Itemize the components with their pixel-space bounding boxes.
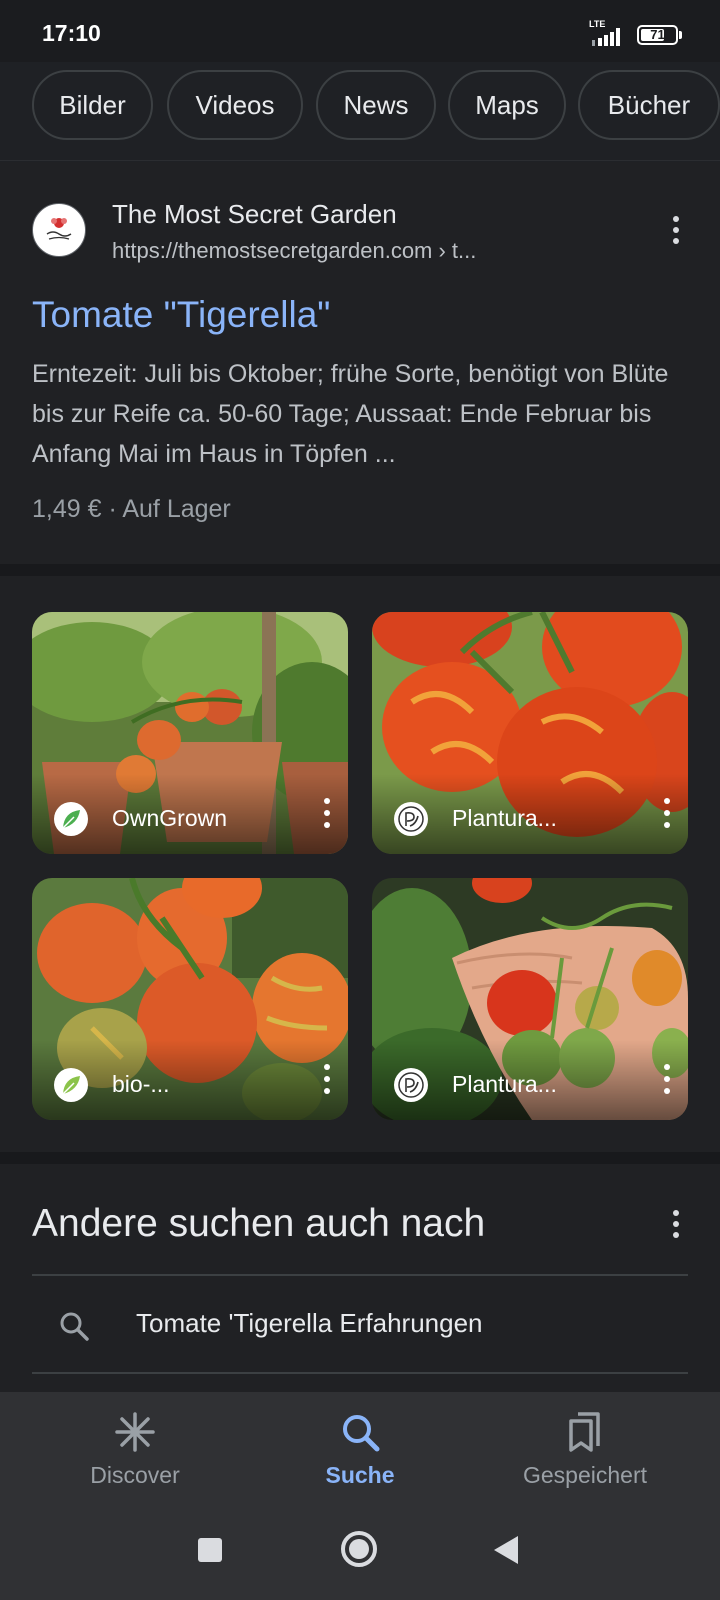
divider [32,1274,688,1276]
more-options-icon[interactable] [662,798,672,828]
nav-search[interactable]: Suche [240,1392,480,1508]
status-bar: 17:10 LTE 71 [0,0,720,62]
chip-videos[interactable]: Videos [167,70,303,140]
image-results: OwnGrown Plantura... bio-... Plantura... [0,576,720,1152]
more-options-icon[interactable] [666,214,686,246]
plantura-logo-icon [394,1068,428,1102]
image-tile[interactable]: OwnGrown [32,612,348,854]
system-navigation-bar [0,1508,720,1600]
filter-chip-bar: Bilder Videos News Maps Bücher [0,62,720,161]
image-tile[interactable]: Plantura... [372,612,688,854]
battery-tip [679,31,682,39]
site-name[interactable]: The Most Secret Garden [112,199,397,230]
plantura-logo-icon [394,802,428,836]
leaf-logo-icon [54,802,88,836]
image-source-label: Plantura... [452,1071,557,1097]
nav-label: Discover [90,1462,180,1488]
battery-icon: 71 [637,25,678,45]
nav-discover[interactable]: Discover [15,1392,255,1508]
related-searches: Andere suchen auch nach Tomate 'Tigerell… [0,1164,720,1394]
section-divider [0,564,720,576]
image-tile[interactable]: Plantura... [372,878,688,1120]
more-options-icon[interactable] [666,1208,686,1240]
flower-logo-icon [32,203,86,257]
chip-news[interactable]: News [316,70,436,140]
battery-percent: 71 [650,27,665,42]
recents-button[interactable] [198,1538,222,1562]
asterisk-icon [115,1412,155,1452]
image-tile[interactable]: bio-... [32,878,348,1120]
nav-label: Gespeichert [522,1462,647,1488]
home-button[interactable] [341,1531,377,1567]
image-source-label: bio-... [112,1071,170,1097]
search-icon [343,1415,380,1452]
section-divider [0,1152,720,1164]
image-source-label: OwnGrown [112,805,228,831]
more-options-icon[interactable] [662,1064,672,1094]
site-url[interactable]: https://themostsecretgarden.com › t... [112,238,476,264]
nav-saved[interactable]: Gespeichert [465,1392,705,1508]
bottom-navigation: Discover Suche Gespeichert [0,1392,720,1508]
nav-label: Suche [325,1462,395,1488]
divider [32,1372,688,1374]
leaf-logo-icon [54,1068,88,1102]
image-source-label: Plantura... [452,805,557,831]
search-result: The Most Secret Garden https://themostse… [0,162,720,564]
search-icon [60,1312,89,1341]
status-time: 17:10 [42,20,101,46]
chip-bilder[interactable]: Bilder [32,70,153,140]
signal-icon [592,28,620,46]
chip-maps[interactable]: Maps [448,70,566,140]
related-search-item[interactable]: Tomate 'Tigerella Erfahrungen [136,1308,483,1339]
back-button[interactable] [494,1536,518,1564]
more-options-icon[interactable] [322,1064,332,1094]
result-snippet: Erntezeit: Juli bis Oktober; frühe Sorte… [32,360,669,468]
price-stock: 1,49 € · Auf Lager [32,495,231,523]
bookmarks-icon [569,1412,600,1452]
more-options-icon[interactable] [322,798,332,828]
chip-buecher[interactable]: Bücher [578,70,720,140]
related-heading: Andere suchen auch nach [32,1202,486,1245]
result-title-link[interactable]: Tomate "Tigerella" [32,294,330,336]
